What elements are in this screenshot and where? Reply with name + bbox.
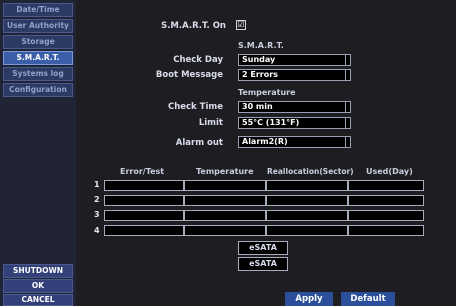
used-day-cell [348, 225, 424, 236]
temperature-cell [184, 180, 266, 191]
check-day-value: Sunday [242, 55, 276, 64]
table-header-temperature: Temperature [196, 167, 254, 176]
check-day-select[interactable]: Sunday [238, 54, 351, 66]
sidebar-item-configuration[interactable]: Configuration [3, 83, 73, 97]
cancel-button[interactable]: CANCEL [3, 294, 73, 306]
limit-select[interactable]: 55°C (131°F) [238, 117, 351, 129]
default-button[interactable]: Default [341, 292, 395, 306]
temperature-section-title: Temperature [238, 88, 296, 97]
table-header-error-test: Error/Test [120, 167, 165, 176]
row-number: 2 [94, 195, 100, 204]
chevron-down-icon [345, 102, 350, 112]
boot-message-select[interactable]: 2 Errors [238, 69, 351, 81]
esata-button-1[interactable]: eSATA [238, 241, 288, 255]
ok-button[interactable]: OK [3, 279, 73, 293]
smart-section-title: S.M.A.R.T. [238, 41, 284, 50]
temperature-cell [184, 210, 266, 221]
smart-settings-panel: S.M.A.R.T. On ☑ S.M.A.R.T. Check Day Sun… [76, 0, 456, 306]
row-number: 4 [94, 226, 100, 235]
check-day-label: Check Day [173, 55, 223, 65]
smart-on-label: S.M.A.R.T. On [161, 21, 226, 31]
error-test-cell [104, 225, 184, 236]
reallocation-cell [266, 225, 348, 236]
apply-button[interactable]: Apply [285, 292, 333, 306]
sidebar-item-systems-log[interactable]: Systems log [3, 67, 73, 81]
reallocation-cell [266, 195, 348, 206]
error-test-cell [104, 180, 184, 191]
row-number: 3 [94, 210, 100, 219]
esata-button-2[interactable]: eSATA [238, 257, 288, 271]
reallocation-cell [266, 180, 348, 191]
alarm-out-label: Alarm out [175, 138, 223, 148]
temperature-cell [184, 195, 266, 206]
used-day-cell [348, 180, 424, 191]
error-test-cell [104, 195, 184, 206]
alarm-out-value: Alarm2(R) [242, 137, 288, 146]
error-test-cell [104, 210, 184, 221]
limit-value: 55°C (131°F) [242, 118, 300, 127]
chevron-down-icon [345, 70, 350, 80]
chevron-down-icon [345, 137, 350, 147]
reallocation-cell [266, 210, 348, 221]
used-day-cell [348, 195, 424, 206]
check-time-value: 30 min [242, 102, 273, 111]
row-number: 1 [94, 180, 100, 189]
table-header-used-day: Used(Day) [366, 167, 413, 176]
alarm-out-select[interactable]: Alarm2(R) [238, 136, 351, 148]
sidebar-item-storage[interactable]: Storage [3, 35, 73, 49]
shutdown-button[interactable]: SHUTDOWN [3, 264, 73, 278]
sidebar-item-date-time[interactable]: Date/Time [3, 3, 73, 17]
sidebar: Date/Time User Authority Storage S.M.A.R… [0, 0, 76, 306]
limit-label: Limit [198, 118, 223, 128]
boot-message-label: Boot Message [155, 70, 223, 80]
smart-on-checkbox[interactable]: ☑ [236, 20, 246, 30]
table-header-reallocation: Reallocation(Sector) [267, 167, 354, 176]
chevron-down-icon [345, 55, 350, 65]
check-time-label: Check Time [167, 102, 223, 112]
check-time-select[interactable]: 30 min [238, 101, 351, 113]
boot-message-value: 2 Errors [242, 70, 278, 79]
sidebar-item-user-authority[interactable]: User Authority [3, 19, 73, 33]
chevron-down-icon [345, 118, 350, 128]
sidebar-item-smart[interactable]: S.M.A.R.T. [3, 51, 73, 65]
temperature-cell [184, 225, 266, 236]
used-day-cell [348, 210, 424, 221]
